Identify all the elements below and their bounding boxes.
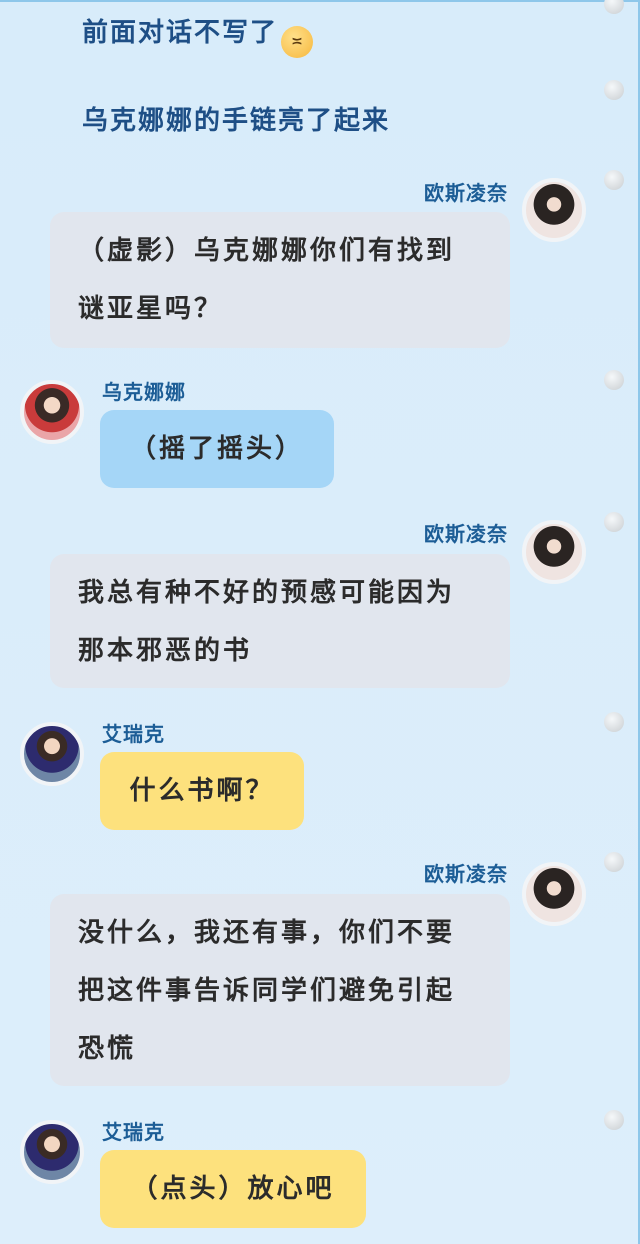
- side-dot: [604, 370, 624, 390]
- narration-line-1: 前面对话不写了 ≍: [82, 12, 314, 58]
- speaker-name: 欧斯凌奈: [424, 862, 508, 886]
- speaker-name: 欧斯凌奈: [424, 181, 508, 205]
- message-bubble: 什么书啊？: [100, 752, 304, 830]
- message-bubble: 没什么，我还有事，你们不要把这件事告诉同学们避免引起恐慌: [50, 894, 510, 1086]
- chat-page: 前面对话不写了 ≍ 乌克娜娜的手链亮了起来 欧斯凌奈 （虚影）乌克娜娜你们有找到谜…: [0, 0, 640, 1244]
- side-dot: [604, 170, 624, 190]
- message-bubble: （点头）放心吧: [100, 1150, 366, 1228]
- message-bubble: 我总有种不好的预感可能因为那本邪恶的书: [50, 554, 510, 688]
- side-dot: [604, 712, 624, 732]
- avatar[interactable]: [20, 722, 84, 786]
- avatar[interactable]: [522, 862, 586, 926]
- side-dot: [604, 1110, 624, 1130]
- side-dot: [604, 512, 624, 532]
- avatar[interactable]: [20, 1120, 84, 1184]
- speaker-name: 艾瑞克: [102, 722, 165, 746]
- speaker-name: 欧斯凌奈: [424, 522, 508, 546]
- speaker-name: 乌克娜娜: [102, 380, 186, 404]
- side-dot: [604, 0, 624, 14]
- avatar[interactable]: [522, 178, 586, 242]
- narration-text: 前面对话不写了: [82, 18, 279, 48]
- top-border: [0, 0, 640, 2]
- avatar[interactable]: [522, 520, 586, 584]
- message-bubble: （摇了摇头）: [100, 410, 334, 488]
- side-dot: [604, 852, 624, 872]
- message-bubble: （虚影）乌克娜娜你们有找到谜亚星吗？: [50, 212, 510, 348]
- narration-line-2: 乌克娜娜的手链亮了起来: [82, 106, 391, 136]
- avatar[interactable]: [20, 380, 84, 444]
- confounded-face-icon: ≍: [281, 26, 314, 58]
- side-dot: [604, 80, 624, 100]
- speaker-name: 艾瑞克: [102, 1120, 165, 1144]
